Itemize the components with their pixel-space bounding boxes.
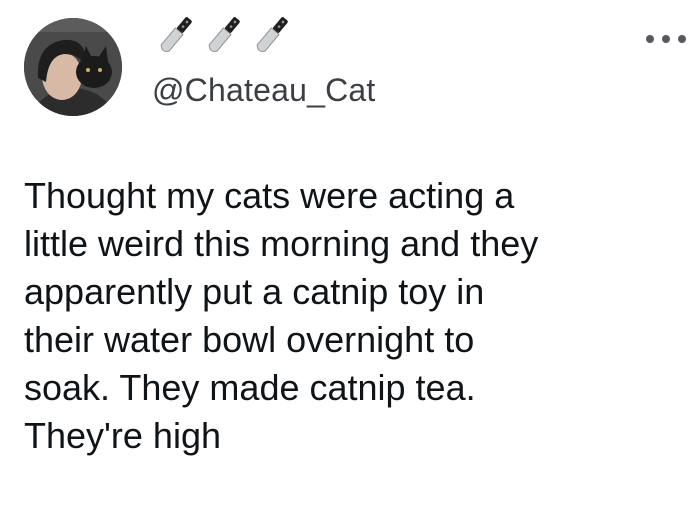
dot [662,35,670,43]
dot [678,35,686,43]
tweet-text-line: little weird this morning and they [24,223,539,264]
tweet-text-line: apparently put a catnip toy in [24,271,485,312]
more-options-icon[interactable] [646,30,686,48]
avatar[interactable] [24,18,122,116]
tweet-text-line: their water bowl overnight to [24,319,475,360]
tweet-text-line: Thought my cats were acting a [24,175,515,216]
tweet-text-line: They're high [24,415,221,456]
tweet-card: @Chateau_Cat Thought my cats were acting… [0,0,700,521]
tweet-text: Thought my cats were acting a little wei… [24,172,684,460]
user-handle[interactable]: @Chateau_Cat [152,70,375,110]
tweet-text-line: soak. They made catnip tea. [24,367,476,408]
kitchen-knife-icon [200,12,248,58]
kitchen-knife-icon [152,12,200,58]
kitchen-knife-icon [248,12,296,58]
dot [646,35,654,43]
display-name[interactable] [152,12,296,58]
